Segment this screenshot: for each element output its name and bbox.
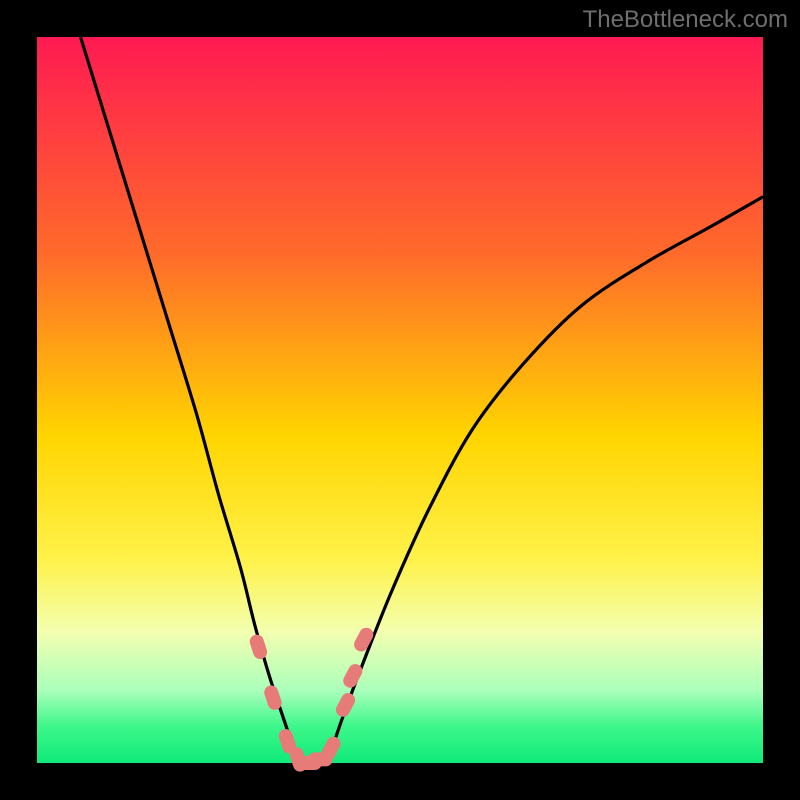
marker-dot xyxy=(343,700,348,710)
chart-container: TheBottleneck.com xyxy=(0,0,800,800)
marker-dot xyxy=(286,736,289,746)
marker-dot xyxy=(350,671,355,681)
bottleneck-chart xyxy=(0,0,800,800)
marker-dot xyxy=(361,635,366,645)
marker-dot xyxy=(257,642,260,652)
marker-dot xyxy=(328,744,333,754)
chart-gradient-area xyxy=(37,37,763,763)
marker-dot xyxy=(271,692,274,702)
watermark-text: TheBottleneck.com xyxy=(583,6,788,34)
